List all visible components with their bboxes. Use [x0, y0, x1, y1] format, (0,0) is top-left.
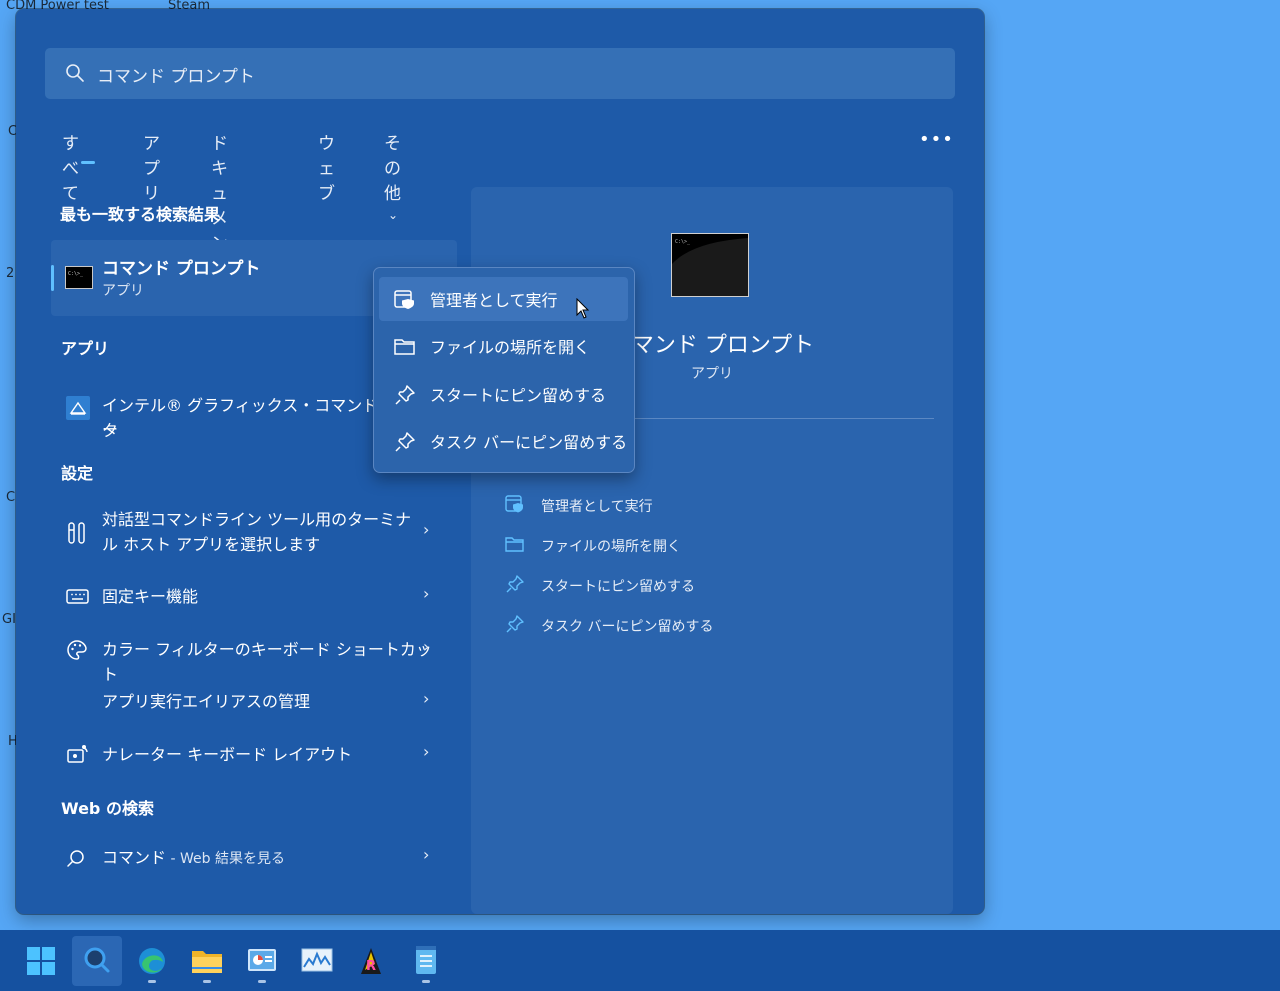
narrator-icon [66, 744, 90, 770]
svg-text:R: R [366, 959, 376, 974]
running-indicator [422, 980, 430, 983]
pin-icon [505, 614, 525, 638]
chevron-right-icon: › [423, 845, 430, 864]
desktop-label: 2 [6, 266, 15, 281]
settings-item-terminal-host[interactable]: 対話型コマンドライン ツール用のターミナ ル ホスト アプリを選択します › [61, 507, 441, 559]
tab-more[interactable]: その他 ⌄ [384, 129, 401, 224]
folder-icon [505, 534, 525, 558]
svg-text:C:\>_: C:\>_ [68, 271, 84, 277]
taskbar-file-explorer-button[interactable] [182, 936, 232, 986]
search-icon [83, 946, 111, 978]
settings-item-label: アプリ実行エイリアスの管理 [102, 692, 311, 711]
context-menu-pin-to-start[interactable]: スタートにピン留めする [379, 372, 628, 416]
chevron-right-icon: › [423, 689, 430, 708]
chevron-down-icon: ⌄ [388, 208, 399, 222]
wrench-icon [66, 521, 88, 549]
taskbar-edge-button[interactable] [127, 936, 177, 986]
context-menu-open-file-location[interactable]: ファイルの場所を開く [379, 324, 628, 368]
best-match-subtitle: アプリ [102, 283, 144, 299]
chevron-right-icon: › [423, 637, 430, 656]
file-explorer-icon [191, 947, 223, 979]
taskbar-resource-monitor-button[interactable] [292, 936, 342, 986]
context-menu-label: スタートにピン留めする [430, 386, 607, 405]
svg-text:C:\>_: C:\>_ [675, 239, 691, 245]
tab-selected-indicator [81, 161, 95, 164]
settings-item-sticky-keys[interactable]: 固定キー機能 › [61, 584, 441, 614]
chevron-right-icon: › [423, 520, 430, 539]
web-search-query: コマンド [102, 848, 167, 867]
chevron-right-icon: › [423, 584, 430, 603]
resource-monitor-icon [301, 947, 333, 979]
settings-item-label-line1: 対話型コマンドライン ツール用のターミナ [102, 510, 412, 529]
taskbar-reaper-button[interactable]: R [346, 936, 396, 986]
shield-icon [505, 494, 525, 518]
more-options-button[interactable]: ••• [919, 129, 954, 150]
running-indicator [258, 980, 266, 983]
tab-web[interactable]: ウェブ [318, 129, 335, 204]
app-item-label-line2: ー [102, 420, 119, 439]
intel-graphics-icon [65, 395, 91, 425]
context-menu-label: 管理者として実行 [430, 291, 558, 310]
settings-item-label: カラー フィルターのキーボード ショートカット [102, 640, 432, 684]
folder-icon [394, 336, 416, 362]
desktop-label: GI [2, 612, 16, 627]
taskbar-notepad-button[interactable] [401, 936, 451, 986]
taskbar: R [0, 930, 1280, 991]
palette-icon [66, 639, 88, 665]
tab-all[interactable]: すべて [62, 129, 79, 204]
search-icon [65, 63, 85, 87]
reaper-icon: R [357, 946, 385, 980]
notepad-icon [414, 945, 438, 979]
preview-action-label: スタートにピン留めする [541, 579, 695, 595]
keyboard-icon [66, 588, 90, 610]
context-menu: 管理者として実行 ファイルの場所を開く スタートにピン留めする タスク バーにピ… [373, 267, 635, 473]
preview-action-label: タスク バーにピン留めする [541, 619, 714, 635]
taskbar-search-button[interactable] [72, 936, 122, 986]
command-prompt-large-icon: C:\>_ [671, 233, 749, 297]
preview-action-label: 管理者として実行 [541, 499, 653, 515]
chevron-right-icon: › [423, 742, 430, 761]
web-search-suffix: - Web 結果を見る [166, 851, 285, 867]
mouse-cursor-icon [576, 297, 590, 324]
context-menu-label: ファイルの場所を開く [430, 338, 591, 357]
settings-item-color-filter-shortcut[interactable]: カラー フィルターのキーボード ショートカット › [61, 637, 441, 684]
search-icon [66, 849, 86, 873]
settings-heading: 設定 [61, 464, 94, 483]
tab-more-label: その他 [384, 134, 401, 204]
running-indicator [148, 980, 156, 983]
web-search-item[interactable]: コマンド - Web 結果を見る › [61, 845, 441, 875]
settings-item-narrator-keyboard-layout[interactable]: ナレーター キーボード レイアウト › [61, 742, 441, 772]
context-menu-run-as-admin[interactable]: 管理者として実行 [379, 277, 628, 321]
web-search-heading: Web の検索 [61, 799, 154, 818]
running-indicator [203, 980, 211, 983]
context-menu-pin-to-taskbar[interactable]: タスク バーにピン留めする [379, 419, 628, 463]
taskbar-control-panel-button[interactable] [237, 936, 287, 986]
preview-action-label: ファイルの場所を開く [541, 539, 681, 555]
settings-item-label: ナレーター キーボード レイアウト [102, 745, 353, 764]
edge-icon [137, 946, 167, 980]
best-match-heading: 最も一致する検索結果 [60, 205, 221, 224]
tab-apps[interactable]: アプリ [143, 129, 160, 204]
settings-item-label-line2: ル ホスト アプリを選択します [102, 535, 321, 554]
taskbar-start-button[interactable] [16, 936, 66, 986]
desktop-label: C [6, 490, 16, 505]
settings-item-app-execution-aliases[interactable]: アプリ実行エイリアスの管理 › [61, 689, 441, 719]
pin-icon [394, 384, 416, 410]
pin-icon [394, 431, 416, 457]
command-prompt-icon: C:\>_ [65, 266, 93, 289]
start-icon [26, 946, 56, 980]
selection-accent [51, 265, 54, 291]
search-input[interactable]: コマンド プロンプト [97, 62, 255, 87]
apps-heading: アプリ [61, 339, 110, 358]
shield-icon [394, 289, 416, 315]
context-menu-label: タスク バーにピン留めする [430, 433, 628, 452]
settings-item-label: 固定キー機能 [102, 587, 199, 606]
web-search-label: コマンド - Web 結果を見る [102, 845, 285, 872]
control-panel-icon [247, 946, 277, 980]
search-box[interactable]: コマンド プロンプト [45, 48, 955, 99]
pin-icon [505, 574, 525, 598]
best-match-title: コマンド プロンプト [102, 259, 261, 279]
